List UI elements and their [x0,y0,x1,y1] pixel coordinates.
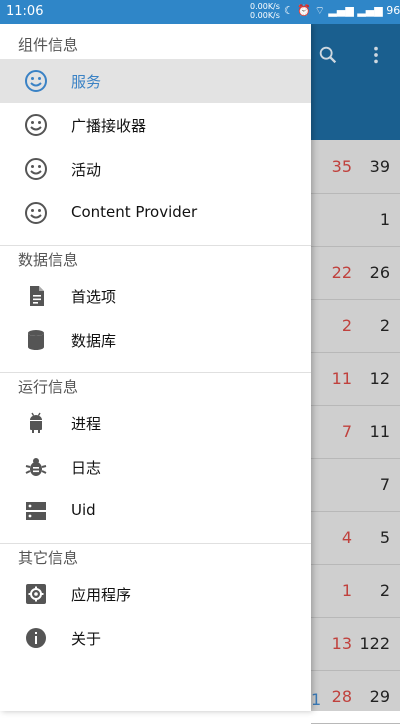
count-a: 4 [341,528,352,547]
bug-icon [24,455,48,479]
drawer-item-label: 服务 [71,73,102,91]
list-item: 45 [311,512,400,565]
signal-icon: ▂▄▆ [328,4,354,17]
count-a: 1 [341,581,352,600]
drawer-item-label: Content Provider [71,203,198,221]
android-icon [24,411,48,435]
battery-level: 96% [386,4,400,17]
list-item: 7 11 [311,406,400,459]
speed-up: 0.00K/s [250,2,280,11]
status-time: 11:06 [6,4,44,19]
status-bar: 11:06 0.00K/s 0.00K/s ☾ ⏰ ⌔ ▂▄▆ ▂▄▆ 96% [0,0,400,24]
count-b: 29 [369,687,390,706]
list-item: 28 29 [311,671,400,724]
drawer-item-label: 活动 [71,161,102,179]
drawer-item-label: 进程 [71,415,102,433]
list-item: 13 122 [311,618,400,671]
network-speed: 0.00K/s 0.00K/s [250,2,280,20]
count-b: 39 [369,157,390,176]
server-icon [24,499,48,523]
drawer-item-label: 广播接收器 [71,117,147,135]
drawer-item[interactable]: 数据库 [0,318,311,362]
list-item: 35 39 [311,141,400,194]
database-icon [24,328,48,352]
document-icon [24,284,48,308]
drawer-item-label: 数据库 [71,332,117,350]
count-b: 7 [379,475,390,494]
count-a: 13 [331,634,352,653]
drawer-item[interactable]: 关于 [0,616,311,660]
drawer-item[interactable]: 首选项 [0,274,311,318]
count-b: 2 [379,316,390,335]
drawer-item-label: Uid [71,501,96,519]
background-tail: 1 [311,690,322,709]
drawer-item[interactable]: Content Provider [0,191,311,235]
moon-icon: ☾ [284,4,294,17]
drawer-item-label: 应用程序 [71,586,132,604]
count-a: 35 [331,157,352,176]
gear-icon [24,582,48,606]
smiley-icon [24,69,48,93]
count-a: 2 [341,316,352,335]
navigation-drawer: 组件信息服务广播接收器活动 Content Provider 数据信息首选项数据库运… [0,24,311,711]
list-item: 12 [311,565,400,618]
smiley-icon [24,157,48,181]
drawer-item[interactable]: 应用程序 [0,572,311,616]
count-b: 26 [369,263,390,282]
list-item: 11 12 [311,353,400,406]
count-b: 11 [369,422,390,441]
count-a: 22 [331,263,352,282]
count-b: 12 [369,369,390,388]
drawer-item[interactable]: 活动 [0,147,311,191]
search-icon[interactable] [316,44,340,68]
wifi-icon: ⌔ [314,4,325,17]
count-a: 28 [331,687,352,706]
drawer-item[interactable]: 进程 [0,401,311,445]
count-b: 2 [379,581,390,600]
drawer-item-label: 首选项 [71,288,117,306]
count-a: 11 [331,369,352,388]
status-icons: ☾ ⏰ ⌔ ▂▄▆ ▂▄▆ 96% [284,4,400,18]
list-item: 22 26 [311,247,400,300]
section-header: 组件信息 [18,36,79,54]
drawer-item-label: 关于 [71,630,102,648]
list-item: 22 [311,300,400,353]
section-header: 其它信息 [18,549,79,567]
count-b: 122 [359,634,390,653]
signal2-icon: ▂▄▆ [357,4,383,17]
drawer-item[interactable]: 服务 [0,59,311,103]
drawer-item-label: 日志 [71,459,102,477]
section-header: 运行信息 [18,378,79,396]
section-divider [0,245,311,246]
speed-down: 0.00K/s [250,11,280,20]
section-divider [0,372,311,373]
count-b: 5 [379,528,390,547]
smiley-icon [24,113,48,137]
section-header: 数据信息 [18,251,79,269]
drawer-item[interactable]: 日志 [0,445,311,489]
list-item: 7 [311,459,400,512]
alarm-icon: ⏰ [297,4,312,17]
drawer-item[interactable]: Uid [0,489,311,533]
list-item: 1 [311,194,400,247]
count-a: 7 [341,422,352,441]
count-b: 1 [379,210,390,229]
info-icon [24,626,48,650]
drawer-item[interactable]: 广播接收器 [0,103,311,147]
smiley-icon [24,201,48,225]
section-divider [0,543,311,544]
more-icon[interactable] [364,44,388,68]
